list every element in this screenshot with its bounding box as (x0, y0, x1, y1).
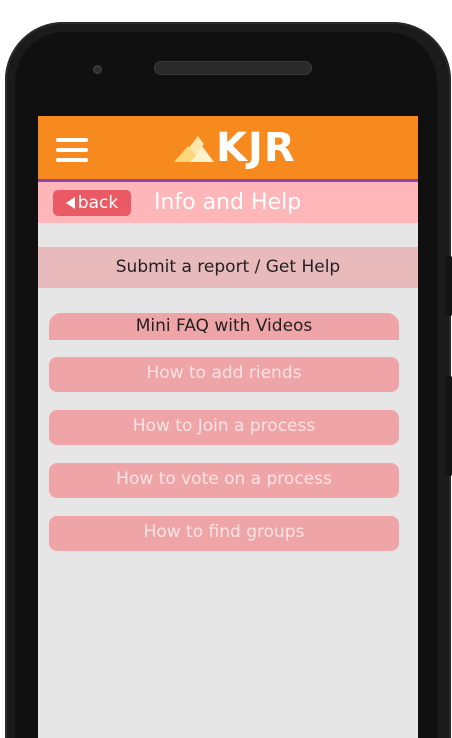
page-subheader: back Info and Help (38, 182, 418, 223)
earpiece-speaker (154, 61, 312, 75)
power-button (445, 376, 452, 476)
page: KJR back Info and Help Submit a report /… (0, 0, 452, 738)
triangle-left-icon (65, 197, 75, 209)
help-item-join-process[interactable]: How to Join a process (49, 410, 399, 445)
mountain-logo-icon (174, 136, 214, 162)
help-item-vote-process[interactable]: How to vote on a process (49, 463, 399, 498)
faq-section-header: Mini FAQ with Videos (49, 313, 399, 340)
app-logo: KJR (174, 124, 296, 172)
front-camera (93, 65, 102, 74)
help-item-find-groups[interactable]: How to find groups (49, 516, 399, 551)
logo-text: KJR (216, 125, 296, 171)
back-button[interactable]: back (53, 190, 131, 216)
submit-report-button[interactable]: Submit a report / Get Help (38, 247, 418, 288)
hamburger-menu-icon[interactable] (56, 138, 88, 162)
back-button-label: back (77, 193, 119, 213)
app-header: KJR (38, 116, 418, 182)
volume-up-button (445, 256, 452, 316)
app-screen: KJR back Info and Help Submit a report /… (38, 116, 418, 738)
page-title: Info and Help (154, 190, 302, 215)
help-item-add-friends[interactable]: How to add riends (49, 357, 399, 392)
